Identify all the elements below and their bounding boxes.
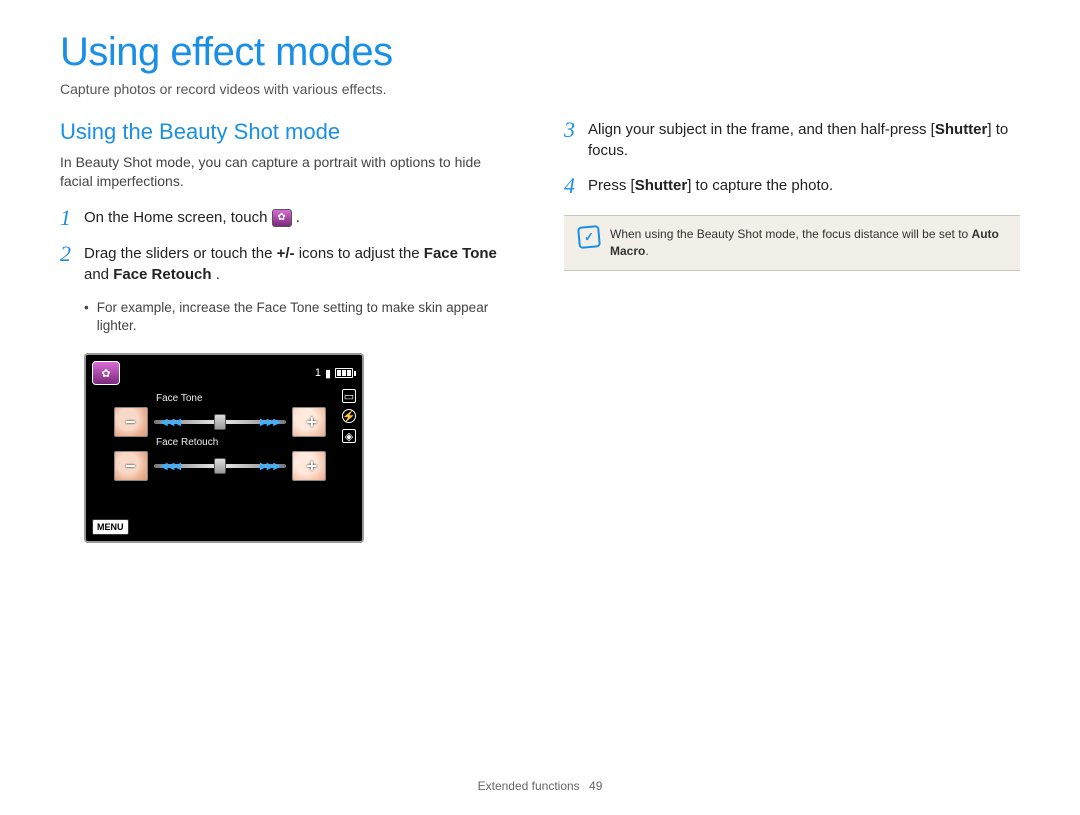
step-1: 1 On the Home screen, touch ✿ . [60,207,516,229]
step-text: Align your subject in the frame, and the… [588,121,935,138]
camera-screenshot: ✿ 1 ▮ ▭ ⚡ ◈ Face Tone − [84,353,364,543]
step-text: . [296,209,300,226]
step-text: ] to capture the photo. [687,177,833,194]
face-tone-slider-row: Face Tone − ◀◀◀ ▶▶▶ + [114,407,326,437]
page-subtitle: Capture photos or record videos with var… [60,81,1020,97]
note-text: . [645,244,648,258]
section-description: In Beauty Shot mode, you can capture a p… [60,153,516,191]
section-title: Using the Beauty Shot mode [60,119,516,145]
plus-icon[interactable]: + [306,457,317,475]
battery-icon [335,368,356,378]
step-3: 3 Align your subject in the frame, and t… [564,119,1020,161]
step-text: Drag the sliders or touch the [84,245,277,262]
footer-section: Extended functions [478,779,580,793]
page-title: Using effect modes [60,30,1020,75]
slider-knob[interactable] [214,458,226,474]
note-box: ✓ When using the Beauty Shot mode, the f… [564,215,1020,271]
step-text: and [84,266,113,283]
step-number: 3 [564,119,588,161]
step-number: 1 [60,207,84,229]
slider-knob[interactable] [214,414,226,430]
beauty-shot-mode-icon: ✿ [272,209,292,227]
step-text: On the Home screen, touch [84,209,272,226]
step-body: Press [Shutter] to capture the photo. [588,175,1020,197]
step-text: icons to adjust the [299,245,424,262]
metering-icon: ◈ [342,429,356,443]
face-retouch-label: Face Retouch [113,266,211,283]
minus-icon[interactable]: − [125,413,136,431]
flash-icon: ⚡ [342,409,356,423]
page-number: 49 [589,779,602,793]
page-footer: Extended functions 49 [0,779,1080,793]
slider-label: Face Tone [156,393,203,404]
step-number: 2 [60,243,84,285]
shutter-label: Shutter [935,121,988,138]
plus-icon[interactable]: + [306,413,317,431]
note-icon: ✓ [577,225,601,249]
face-retouch-slider-row: Face Retouch − ◀◀◀ ▶▶▶ + [114,451,326,481]
step-2-bullet: For example, increase the Face Tone sett… [84,299,516,335]
bullet-text: For example, increase the Face Tone sett… [97,299,516,335]
slider-label: Face Retouch [156,437,218,448]
face-retouch-slider[interactable]: ◀◀◀ ▶▶▶ [154,464,286,468]
note-body: When using the Beauty Shot mode, the foc… [610,226,1006,260]
shot-counter: 1 [315,367,321,379]
right-column: 3 Align your subject in the frame, and t… [564,119,1020,543]
plus-minus: +/- [277,245,295,262]
step-text: . [216,266,220,283]
menu-button[interactable]: MENU [92,519,129,535]
shutter-label: Shutter [635,177,688,194]
step-body: Drag the sliders or touch the +/- icons … [84,243,516,285]
face-tone-label: Face Tone [424,245,497,262]
step-text: Press [ [588,177,635,194]
step-2: 2 Drag the sliders or touch the +/- icon… [60,243,516,285]
step-body: Align your subject in the frame, and the… [588,119,1020,161]
beauty-shot-mode-badge-icon: ✿ [92,361,120,385]
step-number: 4 [564,175,588,197]
minus-icon[interactable]: − [125,457,136,475]
sd-card-icon: ▮ [325,367,331,380]
step-4: 4 Press [Shutter] to capture the photo. [564,175,1020,197]
left-column: Using the Beauty Shot mode In Beauty Sho… [60,119,516,543]
image-size-icon: ▭ [342,389,356,403]
note-text: When using the Beauty Shot mode, the foc… [610,227,972,241]
step-body: On the Home screen, touch ✿ . [84,207,516,229]
face-tone-slider[interactable]: ◀◀◀ ▶▶▶ [154,420,286,424]
